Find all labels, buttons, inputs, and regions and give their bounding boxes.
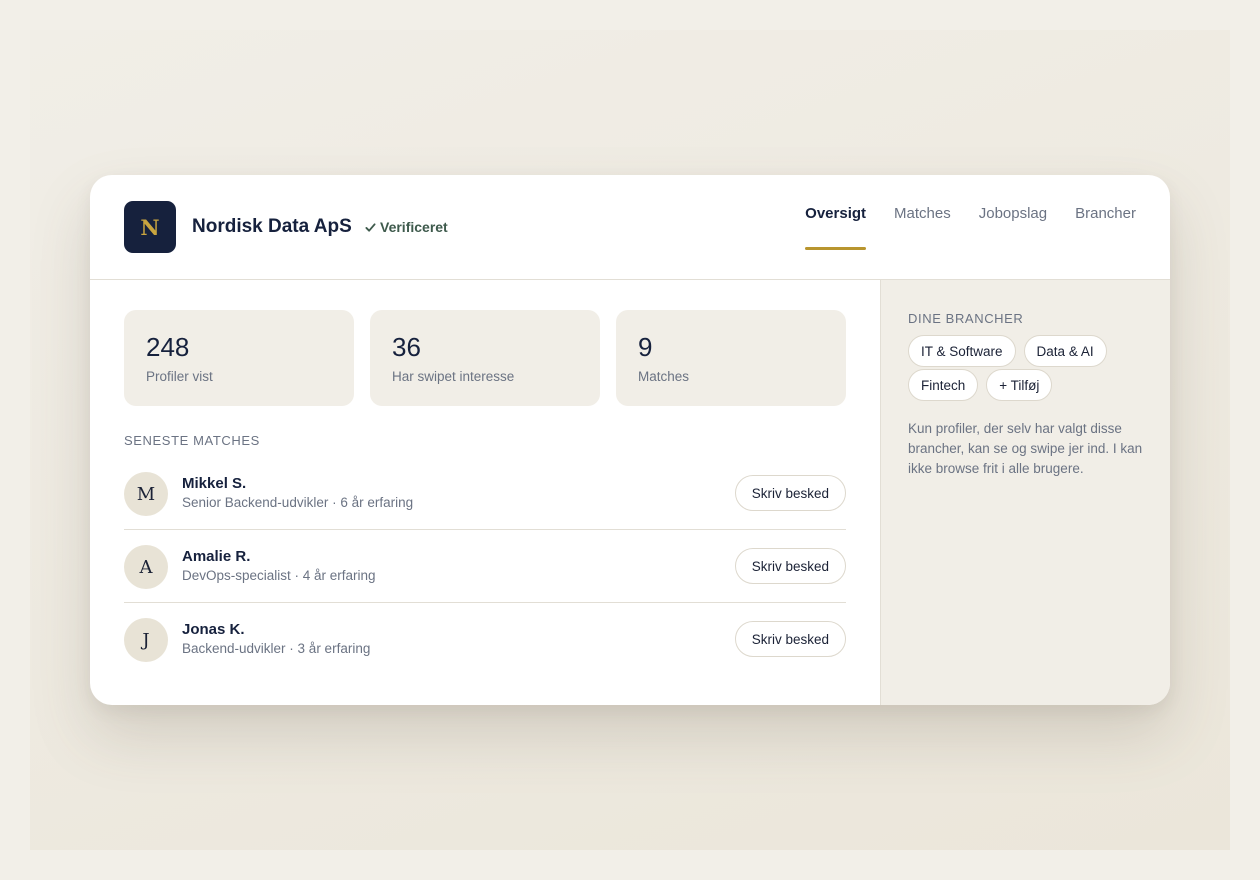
match-row: J Jonas K. Backend-udvikler · 3 år erfar… — [124, 603, 846, 676]
match-row: M Mikkel S. Senior Backend-udvikler · 6 … — [124, 457, 846, 530]
checkmark-icon — [365, 222, 376, 232]
write-message-button[interactable]: Skriv besked — [734, 621, 846, 657]
stat-value: 36 — [392, 332, 421, 362]
main-tabs: Oversigt Matches Jobopslag Brancher — [777, 175, 1136, 280]
match-meta: Backend-udvikler · 3 år erfaring — [182, 641, 371, 656]
avatar: A — [124, 545, 168, 589]
stat-label: Har swipet interesse — [392, 369, 515, 384]
logo-letter: N — [140, 214, 160, 240]
industry-chip-fintech[interactable]: Fintech — [908, 369, 979, 401]
tab-oversigt[interactable]: Oversigt — [805, 175, 866, 280]
write-message-button[interactable]: Skriv besked — [734, 475, 846, 511]
tab-jobopslag[interactable]: Jobopslag — [979, 175, 1047, 280]
recent-matches-list: M Mikkel S. Senior Backend-udvikler · 6 … — [124, 457, 846, 676]
stat-value: 9 — [638, 332, 653, 362]
verified-label: Verificeret — [380, 219, 448, 235]
industry-chip-data-ai[interactable]: Data & AI — [1023, 335, 1107, 367]
stat-value: 248 — [146, 332, 190, 362]
stats-row: 248 Profiler vist 36 Har swipet interess… — [124, 310, 846, 406]
stat-card-matches: 9 Matches — [616, 310, 846, 406]
stat-label: Matches — [638, 369, 690, 384]
company-header: N Nordisk Data ApS Verificeret Oversigt … — [90, 175, 1170, 280]
add-industry-chip[interactable]: + Tilføj — [986, 369, 1053, 401]
stat-card-swiped-interest: 36 Har swipet interesse — [370, 310, 600, 406]
match-meta: Senior Backend-udvikler · 6 år erfaring — [182, 495, 414, 510]
avatar: M — [124, 472, 168, 516]
match-name: Amalie R. — [182, 548, 251, 565]
match-name: Mikkel S. — [182, 475, 247, 492]
tab-matches[interactable]: Matches — [894, 175, 951, 280]
stat-card-profiles-viewed: 248 Profiler vist — [124, 310, 354, 406]
dashboard-card: N Nordisk Data ApS Verificeret Oversigt … — [90, 175, 1170, 705]
industries-title: DINE BRANCHER — [908, 311, 1024, 326]
match-row: A Amalie R. DevOps-specialist · 4 år erf… — [124, 530, 846, 603]
company-name: Nordisk Data ApS — [192, 216, 352, 237]
company-logo: N — [124, 201, 176, 253]
match-name: Jonas K. — [182, 621, 245, 638]
overview-main: 248 Profiler vist 36 Har swipet interess… — [90, 280, 880, 705]
match-meta: DevOps-specialist · 4 år erfaring — [182, 568, 376, 583]
industries-sidebar: DINE BRANCHER IT & Software Data & AI Fi… — [880, 280, 1170, 705]
industries-note: Kun profiler, der selv har valgt disse b… — [908, 421, 1143, 476]
industry-chip-it-software[interactable]: IT & Software — [908, 335, 1016, 367]
industry-chips: IT & Software Data & AI Fintech + Tilføj — [908, 335, 1148, 402]
write-message-button[interactable]: Skriv besked — [734, 548, 846, 584]
tab-brancher[interactable]: Brancher — [1075, 175, 1136, 280]
stat-label: Profiler vist — [146, 369, 213, 384]
avatar: J — [124, 618, 168, 662]
verified-badge: Verificeret — [365, 219, 448, 235]
recent-matches-title: SENESTE MATCHES — [124, 433, 260, 448]
